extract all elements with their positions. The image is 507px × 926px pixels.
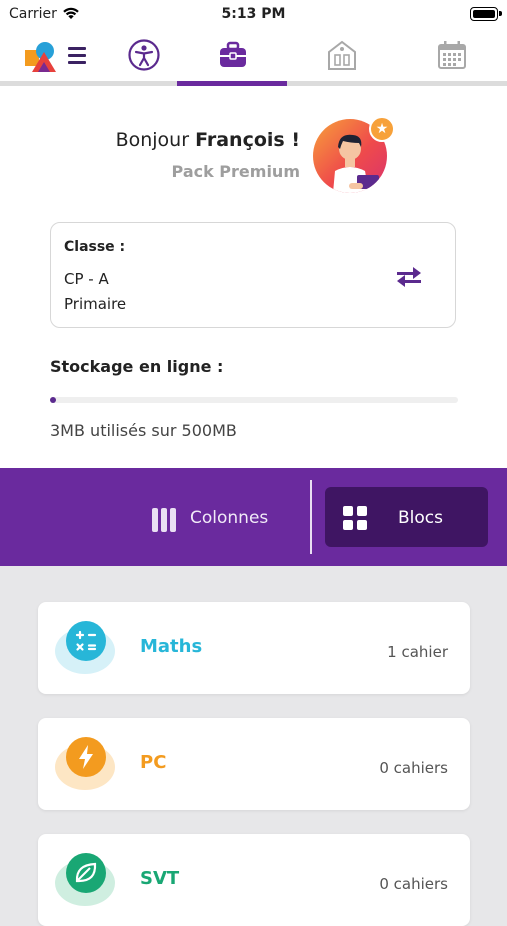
subject-card-pc[interactable]: PC 0 cahiers [38, 718, 470, 810]
status-bar: Carrier 5:13 PM [0, 0, 507, 30]
hamburger-menu-icon[interactable] [68, 47, 86, 64]
storage-progress-bar [50, 397, 458, 403]
user-name: François ! [195, 129, 300, 151]
active-tab-indicator [177, 81, 287, 86]
status-time: 5:13 PM [221, 6, 286, 22]
class-label: Classe : [64, 239, 126, 255]
subject-name: Maths [140, 636, 203, 657]
greeting: Bonjour François ! [0, 129, 300, 151]
columns-icon [152, 508, 178, 532]
tab-school[interactable] [325, 38, 359, 72]
lightning-icon [66, 737, 106, 777]
storage-usage-text: 3MB utilisés sur 500MB [50, 421, 237, 440]
class-card: Classe : CP - A Primaire [50, 222, 456, 328]
switch-class-icon[interactable] [395, 264, 423, 288]
battery-icon [470, 7, 502, 21]
subject-card-svt[interactable]: SVT 0 cahiers [38, 834, 470, 926]
notebook-count: 1 cahier [387, 643, 448, 661]
notebook-count: 0 cahiers [379, 875, 448, 893]
top-nav [0, 30, 507, 87]
plan-label: Pack Premium [171, 162, 300, 181]
profile-section: Bonjour François ! Pack Premium ★ Classe… [0, 87, 507, 468]
notebook-count: 0 cahiers [379, 759, 448, 777]
class-name: CP - A [64, 270, 109, 288]
premium-star-icon: ★ [369, 116, 395, 142]
greeting-text: Bonjour [115, 129, 190, 151]
grid-icon [343, 506, 367, 530]
blocks-label: Blocs [398, 508, 443, 528]
subject-card-maths[interactable]: Maths 1 cahier [38, 602, 470, 694]
storage-title: Stockage en ligne : [50, 357, 224, 376]
app-logo[interactable] [24, 38, 60, 74]
view-toggle-bar: Colonnes Blocs [0, 468, 507, 566]
tab-calendar[interactable] [435, 38, 469, 72]
subject-name: SVT [140, 868, 180, 889]
class-level: Primaire [64, 295, 127, 313]
toggle-divider [310, 480, 312, 554]
storage-progress-fill [50, 397, 56, 403]
blocks-view-button[interactable]: Blocs [325, 487, 488, 547]
tab-briefcase[interactable] [216, 38, 250, 72]
leaf-icon [66, 853, 106, 893]
columns-label: Colonnes [190, 508, 269, 528]
calculator-icon [66, 621, 106, 661]
subject-name: PC [140, 752, 167, 773]
tab-accessibility[interactable] [127, 38, 161, 72]
